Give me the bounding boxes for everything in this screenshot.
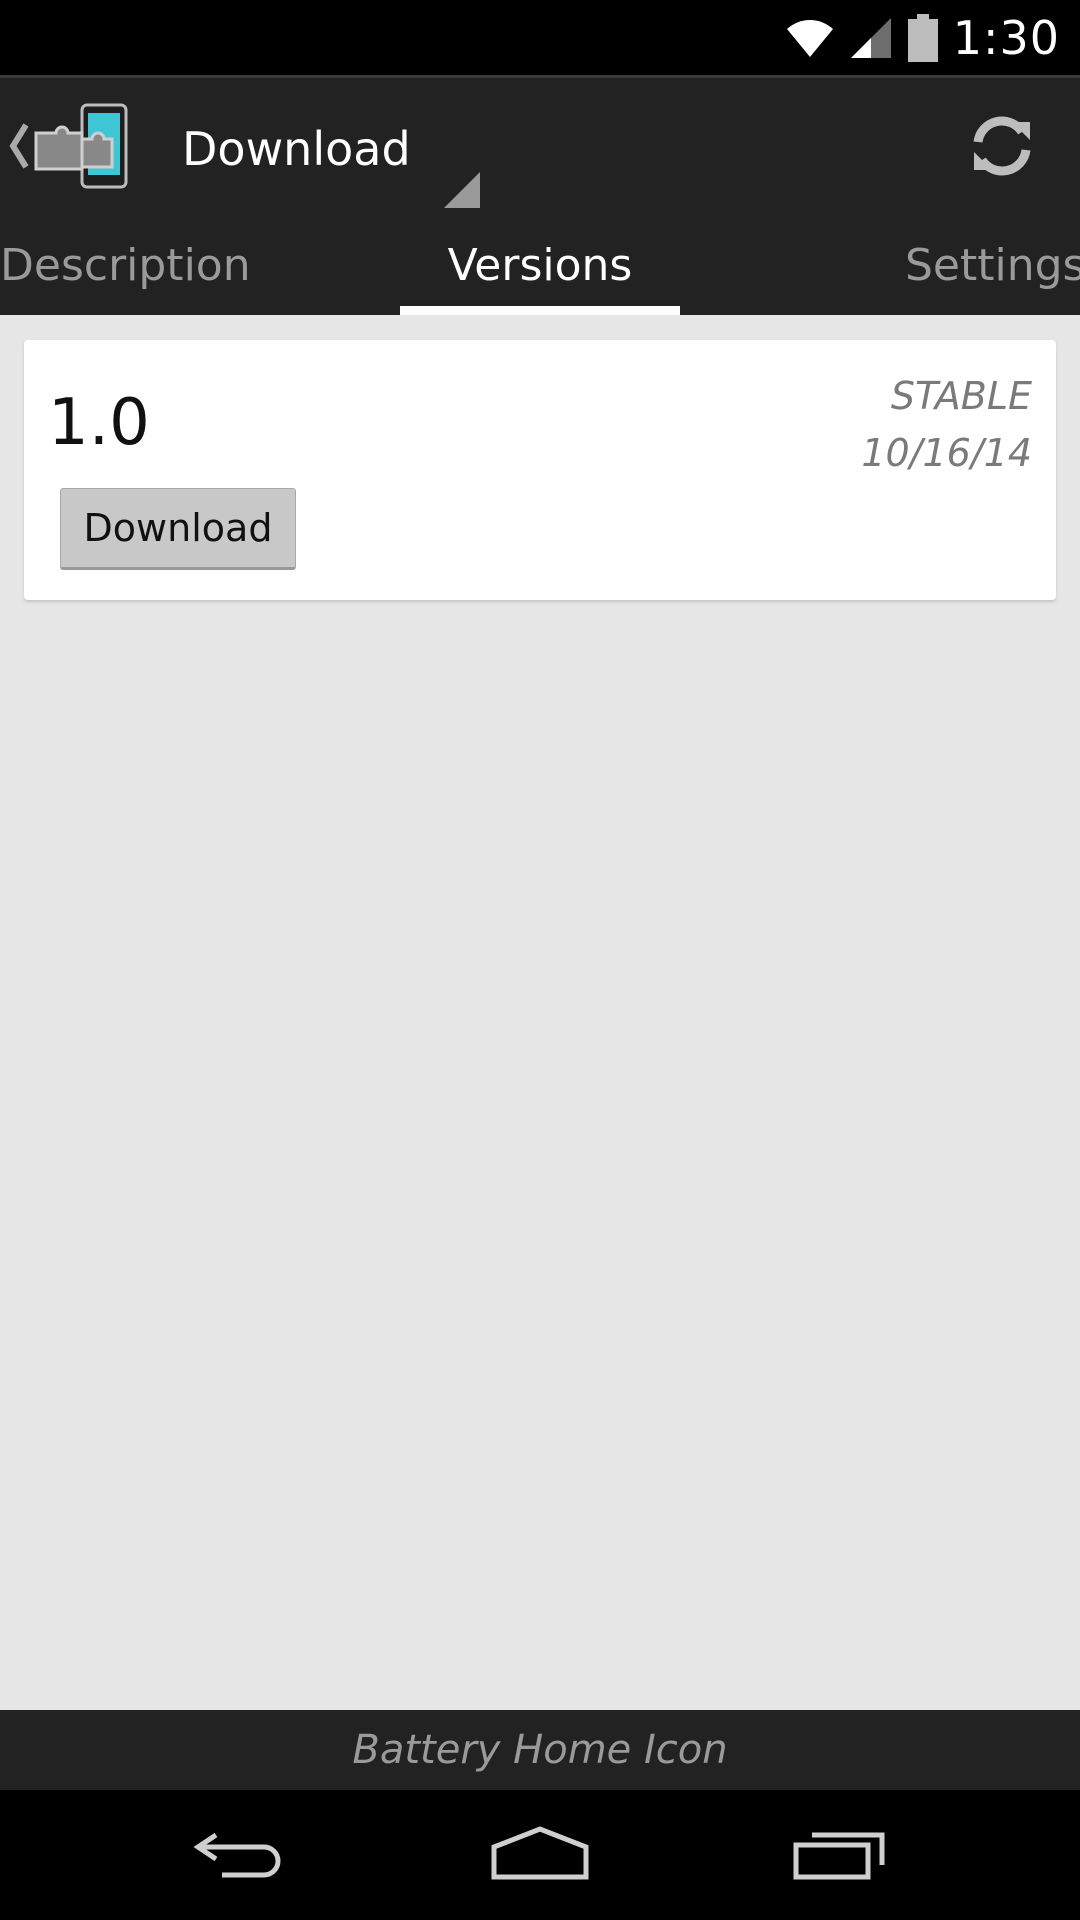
tab-description[interactable]: Description bbox=[0, 215, 251, 315]
version-number: 1.0 bbox=[48, 386, 150, 460]
recents-button[interactable] bbox=[770, 1805, 910, 1905]
tab-settings[interactable]: Settings bbox=[905, 215, 1080, 315]
download-button[interactable]: Download bbox=[60, 488, 296, 570]
section-spinner[interactable]: Download bbox=[170, 78, 480, 218]
action-bar: Download bbox=[0, 75, 1080, 215]
refresh-button[interactable] bbox=[962, 108, 1042, 188]
home-button[interactable] bbox=[470, 1805, 610, 1905]
back-icon bbox=[192, 1825, 288, 1886]
spinner-arrow-icon bbox=[444, 172, 480, 208]
recents-icon bbox=[792, 1825, 888, 1886]
version-meta: STABLE 10/16/14 bbox=[861, 368, 1032, 482]
navigation-bar bbox=[0, 1790, 1080, 1920]
tab-versions[interactable]: Versions bbox=[400, 215, 680, 315]
release-status: STABLE bbox=[890, 374, 1032, 418]
xposed-puzzle-icon bbox=[30, 103, 134, 194]
back-button[interactable] bbox=[170, 1805, 310, 1905]
status-time: 1:30 bbox=[952, 10, 1060, 65]
battery-icon bbox=[907, 13, 939, 63]
release-date: 10/16/14 bbox=[861, 431, 1032, 475]
status-bar: 1:30 bbox=[0, 0, 1080, 75]
selected-tab-indicator bbox=[400, 306, 680, 315]
chevron-left-icon bbox=[8, 121, 30, 176]
home-icon bbox=[490, 1825, 590, 1886]
signal-icon bbox=[849, 16, 893, 60]
tab-strip: Description Versions Settings bbox=[0, 215, 1080, 315]
versions-list: 1.0 STABLE 10/16/14 Download bbox=[0, 315, 1080, 1710]
app-home-up-button[interactable] bbox=[8, 100, 138, 196]
version-card: 1.0 STABLE 10/16/14 Download bbox=[24, 340, 1056, 600]
spinner-label: Download bbox=[182, 122, 411, 176]
module-name-bar: Battery Home Icon bbox=[0, 1710, 1080, 1790]
wifi-icon bbox=[785, 17, 835, 59]
refresh-icon bbox=[964, 108, 1040, 189]
